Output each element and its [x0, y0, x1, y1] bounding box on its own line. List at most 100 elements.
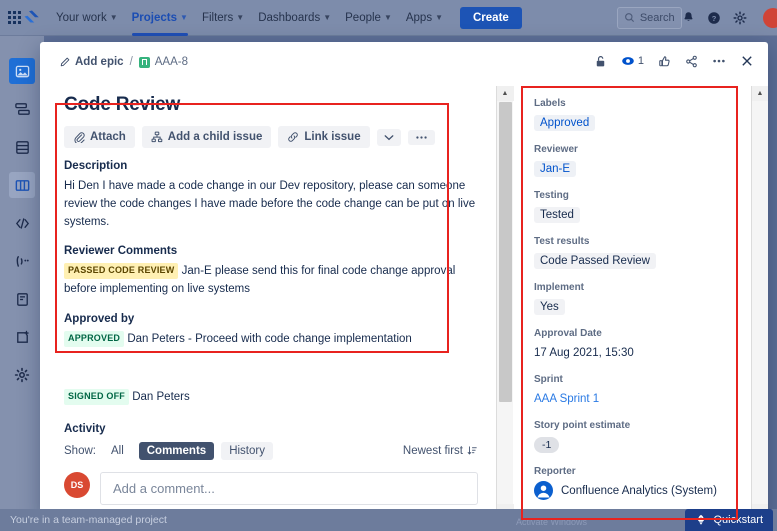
unlock-icon[interactable]: [594, 55, 607, 68]
activity-tab-all[interactable]: All: [103, 442, 132, 460]
roadmap-icon[interactable]: [9, 134, 35, 160]
search-icon: [624, 12, 635, 23]
sort-order-label: Newest first: [403, 445, 463, 457]
project-avatar-icon[interactable]: [9, 58, 35, 84]
notifications-bell-icon[interactable]: [682, 11, 695, 24]
signed-off-section: SIGNED OFF Dan Peters: [62, 389, 478, 407]
issue-key-link[interactable]: AAA-8: [139, 56, 188, 68]
activate-windows-watermark: Activate Windows: [516, 517, 587, 527]
reporter-name: Confluence Analytics (System): [561, 485, 717, 497]
reporter-value[interactable]: Confluence Analytics (System): [534, 481, 737, 500]
approved-by-heading: Approved by: [64, 313, 478, 325]
help-icon[interactable]: ?: [707, 11, 721, 25]
nav-item-label: Filters: [202, 12, 233, 24]
thumbs-up-icon[interactable]: [658, 55, 671, 68]
project-sidebar-rail: [0, 36, 44, 531]
scroll-up-arrow[interactable]: ▲: [752, 86, 769, 101]
add-epic-label: Add epic: [75, 56, 124, 68]
activity-tab-comments[interactable]: Comments: [139, 442, 214, 460]
activity-tab-history[interactable]: History: [221, 442, 273, 460]
scroll-up-arrow[interactable]: ▲: [497, 86, 514, 101]
scrollbar-track[interactable]: [754, 101, 767, 504]
nav-item-apps[interactable]: Apps ▼: [399, 6, 450, 30]
apps-grid-icon[interactable]: [8, 7, 21, 29]
field-value[interactable]: AAA Sprint 1: [534, 393, 599, 405]
fields-column-scrollbar[interactable]: ▲ ▼: [751, 86, 768, 519]
field-value[interactable]: 17 Aug 2021, 15:30: [534, 347, 634, 359]
project-settings-gear-icon[interactable]: [9, 362, 35, 388]
field-sprint: Sprint AAA Sprint 1: [534, 374, 737, 407]
releases-icon[interactable]: [9, 248, 35, 274]
add-child-issue-button[interactable]: Add a child issue: [142, 126, 272, 148]
backlog-icon[interactable]: [9, 96, 35, 122]
show-label: Show:: [64, 445, 96, 457]
pages-icon[interactable]: [9, 286, 35, 312]
modal-header-actions: 1: [594, 54, 754, 68]
add-item-icon[interactable]: [9, 324, 35, 350]
field-testing: Testing Tested: [534, 190, 737, 223]
quickstart-label: Quickstart: [713, 514, 763, 526]
settings-gear-icon[interactable]: [733, 11, 747, 25]
scrollbar-thumb[interactable]: [499, 102, 512, 402]
close-icon[interactable]: [740, 54, 754, 68]
field-value[interactable]: Yes: [534, 299, 565, 315]
comment-input[interactable]: Add a comment...: [100, 472, 478, 505]
chevron-down-icon: ▼: [236, 13, 244, 22]
nav-item-label: Dashboards: [258, 12, 320, 24]
add-epic-button[interactable]: Add epic: [60, 56, 124, 68]
breadcrumb: Add epic / AAA-8: [60, 56, 188, 68]
more-link-options-button[interactable]: [377, 129, 401, 146]
more-actions-icon[interactable]: [712, 58, 726, 64]
chevron-down-icon: ▼: [110, 13, 118, 22]
field-value[interactable]: Approved: [534, 115, 595, 131]
watch-eye-icon[interactable]: 1: [621, 54, 644, 68]
breadcrumb-separator: /: [130, 56, 133, 68]
code-icon[interactable]: [9, 210, 35, 236]
create-button[interactable]: Create: [460, 7, 522, 29]
field-label: Labels: [534, 98, 737, 109]
story-type-icon: [139, 57, 150, 68]
nav-item-projects[interactable]: Projects ▼: [125, 6, 195, 30]
issue-detail-modal: Add epic / AAA-8 1: [40, 42, 768, 519]
activity-filter-row: Show: All Comments History Newest first: [64, 442, 478, 460]
signed-off-text: Dan Peters: [132, 391, 190, 403]
nav-item-label: Apps: [406, 12, 432, 24]
description-text[interactable]: Hi Den I have made a code change in our …: [64, 178, 478, 231]
search-input[interactable]: Search: [617, 7, 682, 29]
add-child-issue-label: Add a child issue: [168, 131, 263, 143]
nav-item-filters[interactable]: Filters ▼: [195, 6, 251, 30]
sort-descending-icon: [467, 445, 478, 456]
field-value[interactable]: Jan-E: [534, 161, 576, 177]
more-actions-icon: [415, 135, 428, 140]
user-avatar[interactable]: [763, 8, 777, 28]
board-columns-icon[interactable]: [9, 172, 35, 198]
main-column-scrollbar[interactable]: ▲ ▼: [496, 86, 513, 519]
field-story-point-estimate: Story point estimate -1: [534, 420, 737, 453]
reviewer-comments-section: Reviewer Comments PASSED CODE REVIEW Jan…: [62, 245, 478, 299]
issue-key-label: AAA-8: [155, 56, 188, 68]
share-icon[interactable]: [685, 55, 698, 68]
add-comment-row: DS Add a comment...: [64, 472, 478, 505]
nav-item-dashboards[interactable]: Dashboards ▼: [251, 6, 338, 30]
field-label: Reporter: [534, 466, 737, 477]
nav-item-people[interactable]: People ▼: [338, 6, 399, 30]
team-managed-project-text: You're in a team-managed project: [10, 514, 167, 526]
field-value[interactable]: Code Passed Review: [534, 253, 656, 269]
sort-order-button[interactable]: Newest first: [403, 445, 478, 457]
activity-section: Activity Show: All Comments History Newe…: [62, 423, 478, 519]
signed-off-badge: SIGNED OFF: [64, 389, 129, 405]
issue-more-actions-button[interactable]: [408, 130, 435, 145]
field-value[interactable]: -1: [534, 437, 559, 453]
attach-label: Attach: [90, 131, 126, 143]
quickstart-button[interactable]: Quickstart: [685, 509, 773, 531]
jira-logo-icon[interactable]: [23, 5, 41, 31]
paperclip-icon: [73, 131, 85, 143]
field-label: Implement: [534, 282, 737, 293]
chevron-down-icon: ▼: [323, 13, 331, 22]
field-value[interactable]: Tested: [534, 207, 580, 223]
link-issue-button[interactable]: Link issue: [278, 126, 369, 148]
attach-button[interactable]: Attach: [64, 126, 135, 148]
nav-item-label: Projects: [132, 12, 177, 24]
nav-item-your-work[interactable]: Your work ▼: [49, 6, 125, 30]
bottom-status-bar: You're in a team-managed project Activat…: [0, 509, 777, 531]
